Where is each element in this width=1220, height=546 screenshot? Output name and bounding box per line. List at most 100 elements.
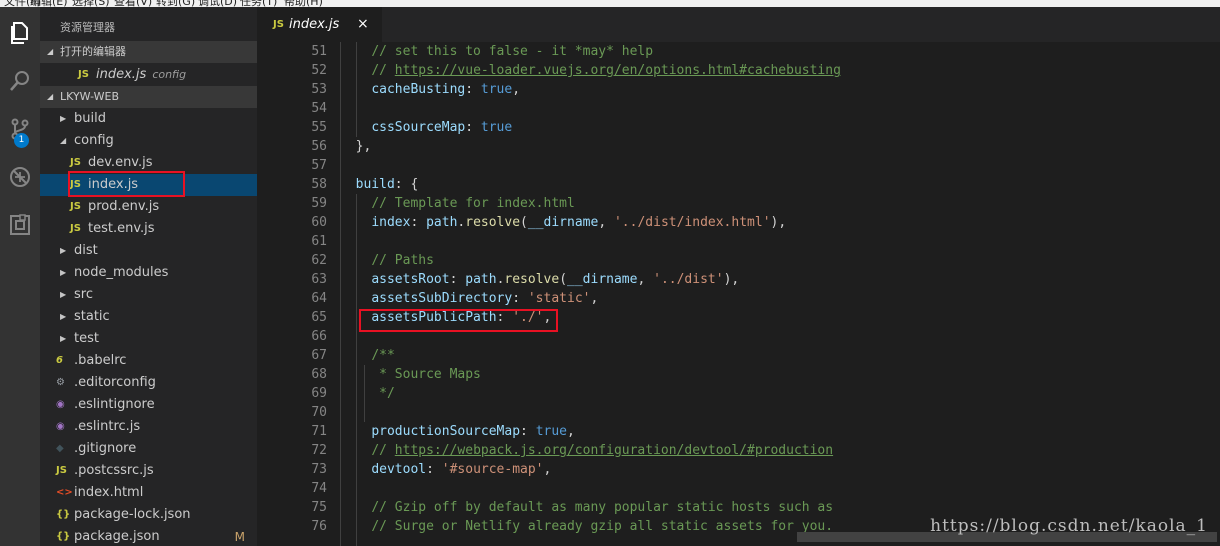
code-text: devtool: '#source-map', xyxy=(371,462,552,477)
menu-item[interactable]: 调试(D) xyxy=(198,0,237,7)
line-number: 76 xyxy=(311,519,327,534)
highlight-box-assets-public-path xyxy=(359,309,558,332)
code-line: 53 cacheBusting: true, xyxy=(257,80,1220,99)
close-icon[interactable]: × xyxy=(357,7,369,42)
source-control-icon[interactable]: 1 xyxy=(0,111,40,148)
line-number: 53 xyxy=(311,82,327,97)
json-file-icon: {} xyxy=(56,531,71,542)
html-file-icon: <> xyxy=(56,487,73,498)
tree-item-label: .gitignore xyxy=(74,441,137,456)
tree-folder[interactable]: ▶ dist xyxy=(40,240,257,262)
menu-item[interactable]: 选择(S) xyxy=(72,0,110,7)
chevron-down-icon: ◢ xyxy=(47,47,54,56)
line-number: 67 xyxy=(311,348,327,363)
extensions-icon[interactable] xyxy=(0,207,40,243)
line-number: 59 xyxy=(311,196,327,211)
menu-item[interactable]: 查看(V) xyxy=(114,0,152,7)
tree-item-label: index.html xyxy=(74,485,144,500)
code-text: // https://webpack.js.org/configuration/… xyxy=(371,443,834,458)
code-line: 72 // https://webpack.js.org/configurati… xyxy=(257,441,1220,460)
tree-folder[interactable]: ▶ src xyxy=(40,284,257,306)
code-line: 73 devtool: '#source-map', xyxy=(257,460,1220,479)
code-line: 61 xyxy=(257,232,1220,251)
tree-file[interactable]: ◉ .eslintrc.js xyxy=(40,416,257,438)
code-text: }, xyxy=(355,139,372,154)
line-number: 54 xyxy=(311,101,327,116)
tree-item-label: test xyxy=(74,331,99,346)
chevron-right-icon: ▶ xyxy=(60,268,67,277)
code-line: 64 assetsSubDirectory: 'static', xyxy=(257,289,1220,308)
line-number: 64 xyxy=(311,291,327,306)
tree-file[interactable]: {} package.json M xyxy=(40,526,257,546)
babel-file-icon: 6 xyxy=(56,355,63,366)
code-text: * Source Maps xyxy=(379,367,481,382)
code-line: 57 xyxy=(257,156,1220,175)
tree-file[interactable]: {} package-lock.json xyxy=(40,504,257,526)
open-editor-description: config xyxy=(152,68,187,81)
chevron-right-icon: ▶ xyxy=(60,312,67,321)
code-text: */ xyxy=(379,386,395,401)
menu-item[interactable]: 任务(T) xyxy=(240,0,277,7)
code-text: productionSourceMap: true, xyxy=(371,424,575,439)
line-number: 74 xyxy=(311,481,327,496)
tab-index-js[interactable]: JS index.js × xyxy=(257,7,382,42)
tree-item-label: build xyxy=(74,111,106,126)
menu-bar: 文件(F) 编辑(E) 选择(S) 查看(V) 转到(G) 调试(D) 任务(T) 帮助(H) xyxy=(0,0,1220,7)
project-header[interactable]: ◢ LKYW-WEB xyxy=(40,86,257,108)
tree-folder[interactable]: ▶ build xyxy=(40,108,257,130)
code-text: index: path.resolve(__dirname, '../dist/… xyxy=(371,215,787,230)
line-number: 56 xyxy=(311,139,327,154)
watermark: https://blog.csdn.net/kaola_1 xyxy=(930,516,1208,536)
search-icon[interactable] xyxy=(0,63,40,99)
tree-file[interactable]: ⚙ .editorconfig xyxy=(40,372,257,394)
line-number: 61 xyxy=(311,234,327,249)
tree-item-label: dist xyxy=(74,243,98,258)
menu-item[interactable]: 帮助(H) xyxy=(284,0,323,7)
tree-file[interactable]: <> index.html xyxy=(40,482,257,504)
tree-folder[interactable]: ▶ test xyxy=(40,328,257,350)
tree-file[interactable]: JS test.env.js xyxy=(40,218,257,240)
code-line: 67 /** xyxy=(257,346,1220,365)
open-editor-item[interactable]: JS index.js config xyxy=(40,64,257,86)
tree-file[interactable]: JS .postcssrc.js xyxy=(40,460,257,482)
json-file-icon: {} xyxy=(56,509,71,520)
code-text: cssSourceMap: true xyxy=(371,120,513,135)
tree-folder[interactable]: ▶ static xyxy=(40,306,257,328)
code-text: // set this to false - it *may* help xyxy=(371,44,654,59)
line-number: 62 xyxy=(311,253,327,268)
tree-folder[interactable]: ▶ node_modules xyxy=(40,262,257,284)
tree-item-label: .postcssrc.js xyxy=(74,463,154,478)
code-text: /** xyxy=(371,348,395,363)
explorer-sidebar: 资源管理器 ◢ 打开的编辑器 JS index.js config ◢ LKYW-… xyxy=(40,7,257,546)
open-editors-header[interactable]: ◢ 打开的编辑器 xyxy=(40,41,257,63)
code-text: // https://vue-loader.vuejs.org/en/optio… xyxy=(371,63,841,78)
code-editor[interactable]: 51 // set this to false - it *may* help 5… xyxy=(257,42,1220,546)
code-line: 59 // Template for index.html xyxy=(257,194,1220,213)
tree-item-label: package-lock.json xyxy=(74,507,191,522)
line-number: 75 xyxy=(311,500,327,515)
tree-file[interactable]: ◉ .eslintignore xyxy=(40,394,257,416)
line-number: 58 xyxy=(311,177,327,192)
js-file-icon: JS xyxy=(273,19,284,30)
explorer-icon[interactable] xyxy=(0,15,40,51)
code-text: // Gzip off by default as many popular s… xyxy=(371,500,834,515)
tree-file[interactable]: JS prod.env.js xyxy=(40,196,257,218)
tree-item-label: .eslintrc.js xyxy=(74,419,141,434)
menu-item[interactable]: 转到(G) xyxy=(156,0,195,7)
code-text: // Surge or Netlify already gzip all sta… xyxy=(371,519,834,534)
tree-item-label: static xyxy=(74,309,110,324)
chevron-right-icon: ▶ xyxy=(60,334,67,343)
line-number: 65 xyxy=(311,310,327,325)
tree-file[interactable]: 6 .babelrc xyxy=(40,350,257,372)
gear-icon: ⚙ xyxy=(56,377,65,388)
tree-file[interactable]: ◆ .gitignore xyxy=(40,438,257,460)
menu-item[interactable]: 编辑(E) xyxy=(30,0,68,7)
debug-icon[interactable] xyxy=(0,159,40,195)
line-number: 70 xyxy=(311,405,327,420)
editor-area: JS index.js × 51 // set this to false - … xyxy=(257,7,1220,546)
line-number: 52 xyxy=(311,63,327,78)
code-line: 55 cssSourceMap: true xyxy=(257,118,1220,137)
tree-folder[interactable]: ◢ config xyxy=(40,130,257,152)
js-file-icon: JS xyxy=(56,465,67,476)
code-line: 56 }, xyxy=(257,137,1220,156)
